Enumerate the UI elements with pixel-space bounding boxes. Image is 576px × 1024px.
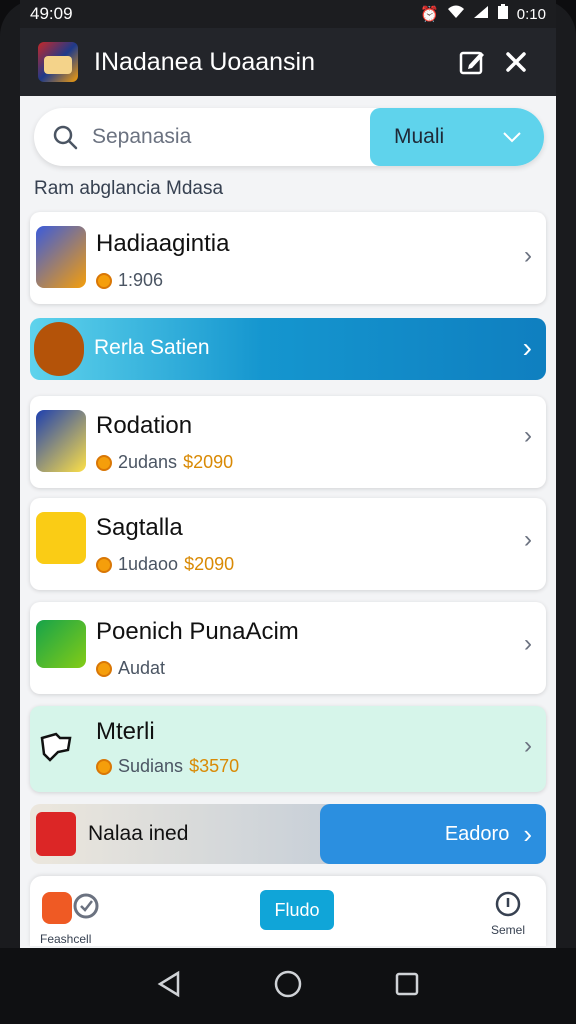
chain-icon [36, 512, 86, 564]
home-circle-icon [274, 970, 302, 997]
chevron-right-icon: › [524, 422, 532, 449]
chevron-right-icon: › [523, 818, 532, 849]
gift-icon [36, 812, 76, 856]
item-title: Poenich PunaAcim [96, 618, 299, 645]
banner-label: Nalaa ined [88, 822, 189, 845]
item-sub: 1udaoo [118, 554, 179, 574]
item-sub: Audat [118, 658, 166, 678]
close-button[interactable] [494, 40, 538, 84]
nav-right-label: Semel [490, 923, 525, 937]
item-sub: 1:906 [118, 270, 164, 290]
promo-banner: Nalaa ined Eadoro › [30, 804, 546, 864]
back-button[interactable] [156, 970, 182, 1003]
status-icons: ⏰ 0:10 [420, 4, 546, 24]
coin-icon [96, 272, 112, 289]
phone-frame: 49:09 ⏰ 0:10 INadanea Uoaansin Sepanasia… [0, 0, 576, 1024]
app-title: INadanea Uoaansin [94, 47, 315, 76]
hammer-icon [36, 226, 86, 288]
money-icon [36, 620, 86, 668]
item-meta: Sudians $3570 [96, 756, 239, 777]
app-logo [38, 42, 78, 82]
character-icon [34, 322, 84, 376]
section-title: Ram abglancia Mdasa [34, 178, 224, 199]
bottom-nav: Feashcell Fludo Semel [30, 876, 546, 946]
signal-icon [473, 5, 489, 23]
item-sub: 2udans [118, 452, 178, 472]
list-item[interactable]: Poenich PunaAcim Audat › [30, 602, 546, 694]
status-time: 49:09 [30, 4, 73, 23]
chevron-right-icon: › [522, 332, 532, 363]
info-circle-icon [495, 891, 521, 917]
coin-icon [96, 758, 112, 775]
list-item[interactable]: Mterli Sudians $3570 › [30, 706, 546, 792]
back-triangle-icon [157, 970, 179, 997]
filter-dropdown[interactable]: Muali [370, 108, 544, 166]
item-title: Sagtalla [96, 514, 183, 541]
item-meta: 2udans $2090 [96, 452, 233, 473]
banner-button[interactable]: Eadoro › [320, 804, 546, 864]
nav-tab-home[interactable]: Feashcell [40, 886, 110, 946]
list-item[interactable]: Hadiaagintia 1:906 › [30, 212, 546, 304]
item-meta: Audat [96, 658, 165, 679]
item-title: Hadiaagintia [96, 230, 230, 257]
check-circle-icon [73, 893, 99, 919]
item-sub: Sudians [118, 756, 184, 776]
search-input[interactable] [92, 125, 362, 149]
chevron-right-icon: › [524, 242, 532, 269]
promo-banner[interactable]: Rerla Satien › [30, 318, 546, 380]
puzzle-icon [36, 724, 86, 772]
chevron-right-icon: › [524, 630, 532, 657]
item-title: Mterli [96, 718, 155, 745]
recents-square-icon [396, 972, 419, 995]
edit-button[interactable] [450, 40, 494, 84]
coin-icon [96, 454, 112, 471]
coin-icon [96, 556, 112, 573]
item-meta: 1udaoo $2090 [96, 554, 234, 575]
item-price: $3570 [189, 756, 240, 776]
item-price: $2090 [183, 452, 234, 472]
banner-button-label: Eadoro [444, 822, 510, 845]
search-bar: Muali [34, 108, 544, 166]
app-bar: INadanea Uoaansin [20, 28, 556, 96]
system-nav-bar [0, 948, 576, 1024]
status-time-right: 0:10 [516, 5, 546, 23]
chevron-right-icon: › [524, 526, 532, 553]
banner-label: Rerla Satien [94, 336, 210, 359]
recents-button[interactable] [394, 971, 420, 1002]
screen: 49:09 ⏰ 0:10 INadanea Uoaansin Sepanasia… [20, 0, 556, 1024]
alarm-icon: ⏰ [420, 6, 439, 23]
filter-label: Muali [394, 125, 445, 148]
close-icon [506, 52, 526, 72]
nav-left-label: Feashcell [40, 932, 92, 946]
app-tile-icon [42, 892, 72, 924]
chevron-down-icon [503, 132, 521, 143]
search-icon [52, 124, 92, 150]
edit-icon [459, 51, 484, 75]
battery-icon [497, 4, 509, 24]
status-bar: 49:09 ⏰ 0:10 [20, 0, 556, 28]
pencil-icon [36, 410, 86, 472]
home-button[interactable] [273, 969, 303, 1004]
coin-icon [96, 660, 112, 677]
item-meta: 1:906 [96, 270, 163, 291]
chevron-right-icon: › [524, 732, 532, 759]
wifi-icon [447, 5, 465, 23]
item-price: $2090 [184, 554, 235, 574]
list-item[interactable]: Rodation 2udans $2090 › [30, 396, 546, 488]
nav-tab-more[interactable]: Semel [488, 890, 528, 938]
nav-center-button[interactable]: Fludo [260, 890, 334, 930]
item-title: Rodation [96, 412, 193, 439]
list-item[interactable]: Sagtalla 1udaoo $2090 › [30, 498, 546, 590]
